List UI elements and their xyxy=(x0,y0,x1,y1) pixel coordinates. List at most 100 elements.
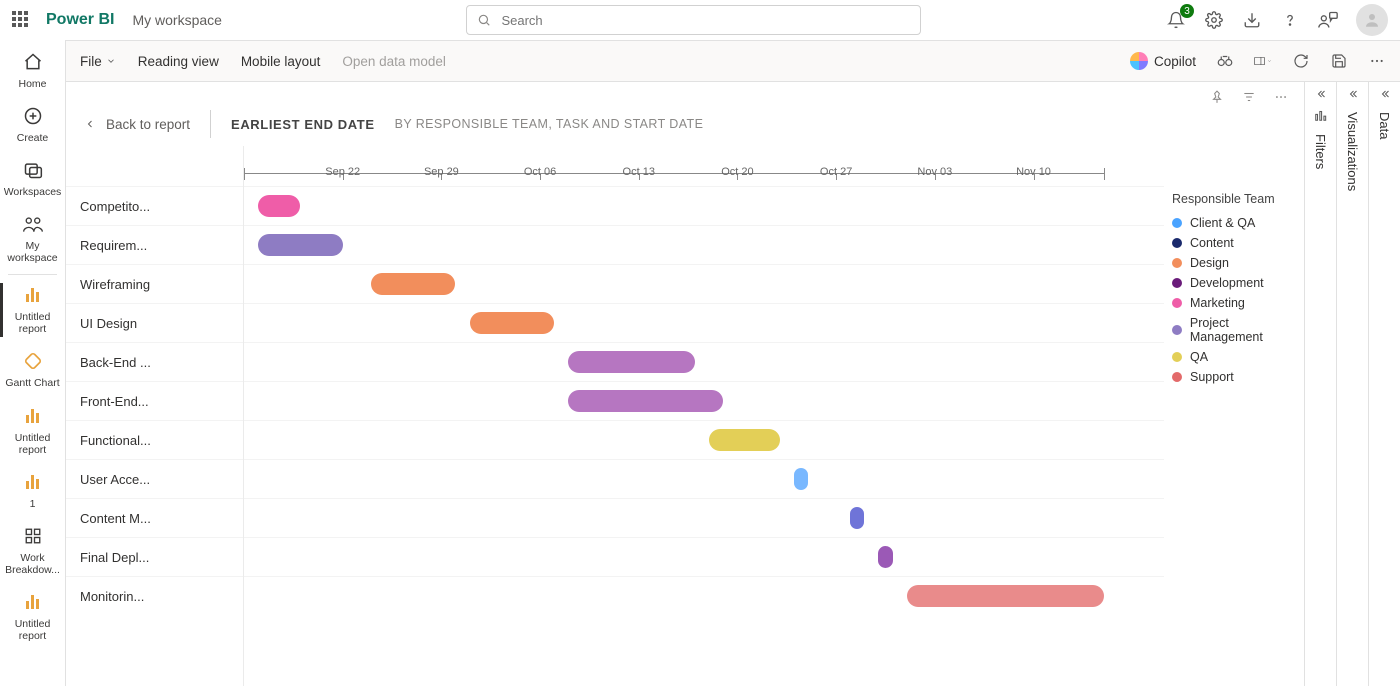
data-pane-collapsed[interactable]: Data xyxy=(1368,82,1400,686)
axis-tick-label: Sep 29 xyxy=(424,166,459,178)
gantt-bar[interactable] xyxy=(568,390,723,412)
menu-reading-view[interactable]: Reading view xyxy=(138,54,219,69)
settings-button[interactable] xyxy=(1204,10,1224,30)
legend-swatch xyxy=(1172,372,1182,382)
legend-item[interactable]: Support xyxy=(1172,370,1304,384)
task-label: Content M... xyxy=(66,498,243,537)
legend-item[interactable]: QA xyxy=(1172,350,1304,364)
report-icon xyxy=(21,590,45,614)
nav-label: Gantt Chart xyxy=(5,377,59,389)
gantt-bar[interactable] xyxy=(709,429,779,451)
gantt-row xyxy=(244,303,1164,342)
nav-home[interactable]: Home xyxy=(0,44,65,98)
gantt-chart[interactable]: Competito...Requirem...WireframingUI Des… xyxy=(66,146,1304,686)
gantt-bar[interactable] xyxy=(907,585,1104,607)
download-button[interactable] xyxy=(1242,10,1262,30)
person-icon xyxy=(1363,11,1381,29)
menu-file[interactable]: File xyxy=(80,54,116,69)
nav-report-1[interactable]: 1 xyxy=(0,464,65,518)
gantt-row xyxy=(244,459,1164,498)
layout-switcher[interactable] xyxy=(1254,52,1272,70)
nav-create[interactable]: Create xyxy=(0,98,65,152)
axis-tick-label: Nov 10 xyxy=(1016,166,1051,178)
nav-untitled-report-1[interactable]: Untitled report xyxy=(0,277,65,343)
legend-item[interactable]: Project Management xyxy=(1172,316,1304,344)
nav-gantt-chart[interactable]: Gantt Chart xyxy=(0,343,65,397)
expand-visualizations-icon[interactable] xyxy=(1347,88,1359,100)
nav-untitled-report-3[interactable]: Untitled report xyxy=(0,584,65,650)
back-to-report-button[interactable]: Back to report xyxy=(84,117,190,132)
refresh-button[interactable] xyxy=(1292,52,1310,70)
workspace-breadcrumb[interactable]: My workspace xyxy=(132,12,221,28)
report-icon xyxy=(21,470,45,494)
legend-item[interactable]: Development xyxy=(1172,276,1304,290)
expand-data-icon[interactable] xyxy=(1379,88,1391,100)
task-label: Functional... xyxy=(66,420,243,459)
download-icon xyxy=(1243,11,1261,29)
visualizations-label: Visualizations xyxy=(1345,112,1360,191)
pin-visual-button[interactable] xyxy=(1208,88,1226,106)
legend-swatch xyxy=(1172,238,1182,248)
nav-untitled-report-2[interactable]: Untitled report xyxy=(0,398,65,464)
filter-visual-button[interactable] xyxy=(1240,88,1258,106)
filters-icon xyxy=(1314,108,1328,122)
gantt-bar[interactable] xyxy=(470,312,555,334)
search-input[interactable] xyxy=(499,12,910,29)
menu-mobile-layout[interactable]: Mobile layout xyxy=(241,54,321,69)
help-button[interactable] xyxy=(1280,10,1300,30)
legend: Responsible Team Client & QA Content Desig… xyxy=(1164,146,1304,686)
legend-swatch xyxy=(1172,218,1182,228)
task-label: Monitorin... xyxy=(66,576,243,615)
feedback-button[interactable] xyxy=(1318,10,1338,30)
axis-tick-label: Oct 06 xyxy=(524,166,556,178)
brand-label: Power BI xyxy=(46,11,114,29)
legend-label: Project Management xyxy=(1190,316,1304,344)
save-button[interactable] xyxy=(1330,52,1348,70)
legend-label: QA xyxy=(1190,350,1208,364)
legend-item[interactable]: Marketing xyxy=(1172,296,1304,310)
axis-tick-label: Oct 13 xyxy=(623,166,655,178)
gantt-bar[interactable] xyxy=(878,546,892,568)
task-label: Wireframing xyxy=(66,264,243,303)
gantt-bar[interactable] xyxy=(568,351,695,373)
gantt-row xyxy=(244,225,1164,264)
gantt-bar[interactable] xyxy=(258,195,300,217)
notifications-button[interactable]: 3 xyxy=(1166,10,1186,30)
nav-label: Work Breakdow... xyxy=(3,552,63,576)
user-avatar[interactable] xyxy=(1356,4,1388,36)
nav-label: Untitled report xyxy=(3,618,63,642)
nav-workspaces[interactable]: Workspaces xyxy=(0,152,65,206)
filters-pane-collapsed[interactable]: Filters xyxy=(1304,82,1336,686)
nav-label: Untitled report xyxy=(3,311,63,335)
nav-work-breakdown[interactable]: Work Breakdow... xyxy=(0,518,65,584)
left-nav: Home Create Workspaces My workspace Unt xyxy=(0,40,66,686)
app-launcher-icon[interactable] xyxy=(12,11,30,29)
global-search[interactable] xyxy=(466,5,921,35)
legend-item[interactable]: Client & QA xyxy=(1172,216,1304,230)
copilot-button[interactable]: Copilot xyxy=(1130,52,1196,70)
expand-filters-icon[interactable] xyxy=(1315,88,1327,100)
report-icon xyxy=(21,283,45,307)
pin-icon xyxy=(1210,90,1224,104)
ellipsis-icon xyxy=(1274,90,1288,104)
legend-label: Client & QA xyxy=(1190,216,1255,230)
report-canvas: Back to report EARLIEST END DATE BY RESP… xyxy=(66,82,1304,686)
visual-more-button[interactable] xyxy=(1272,88,1290,106)
visualizations-pane-collapsed[interactable]: Visualizations xyxy=(1336,82,1368,686)
legend-title: Responsible Team xyxy=(1172,192,1304,206)
nav-my-workspace[interactable]: My workspace xyxy=(0,206,65,272)
gantt-bar[interactable] xyxy=(794,468,808,490)
gantt-row xyxy=(244,576,1164,615)
home-icon xyxy=(21,50,45,74)
legend-swatch xyxy=(1172,325,1182,335)
legend-item[interactable]: Design xyxy=(1172,256,1304,270)
command-bar: File Reading view Mobile layout Open dat… xyxy=(66,40,1400,82)
explore-button[interactable] xyxy=(1216,52,1234,70)
legend-swatch xyxy=(1172,352,1182,362)
more-button[interactable] xyxy=(1368,52,1386,70)
nav-label: Workspaces xyxy=(4,186,62,198)
gantt-bar[interactable] xyxy=(371,273,456,295)
gantt-bar[interactable] xyxy=(258,234,343,256)
legend-item[interactable]: Content xyxy=(1172,236,1304,250)
gantt-bar[interactable] xyxy=(850,507,864,529)
